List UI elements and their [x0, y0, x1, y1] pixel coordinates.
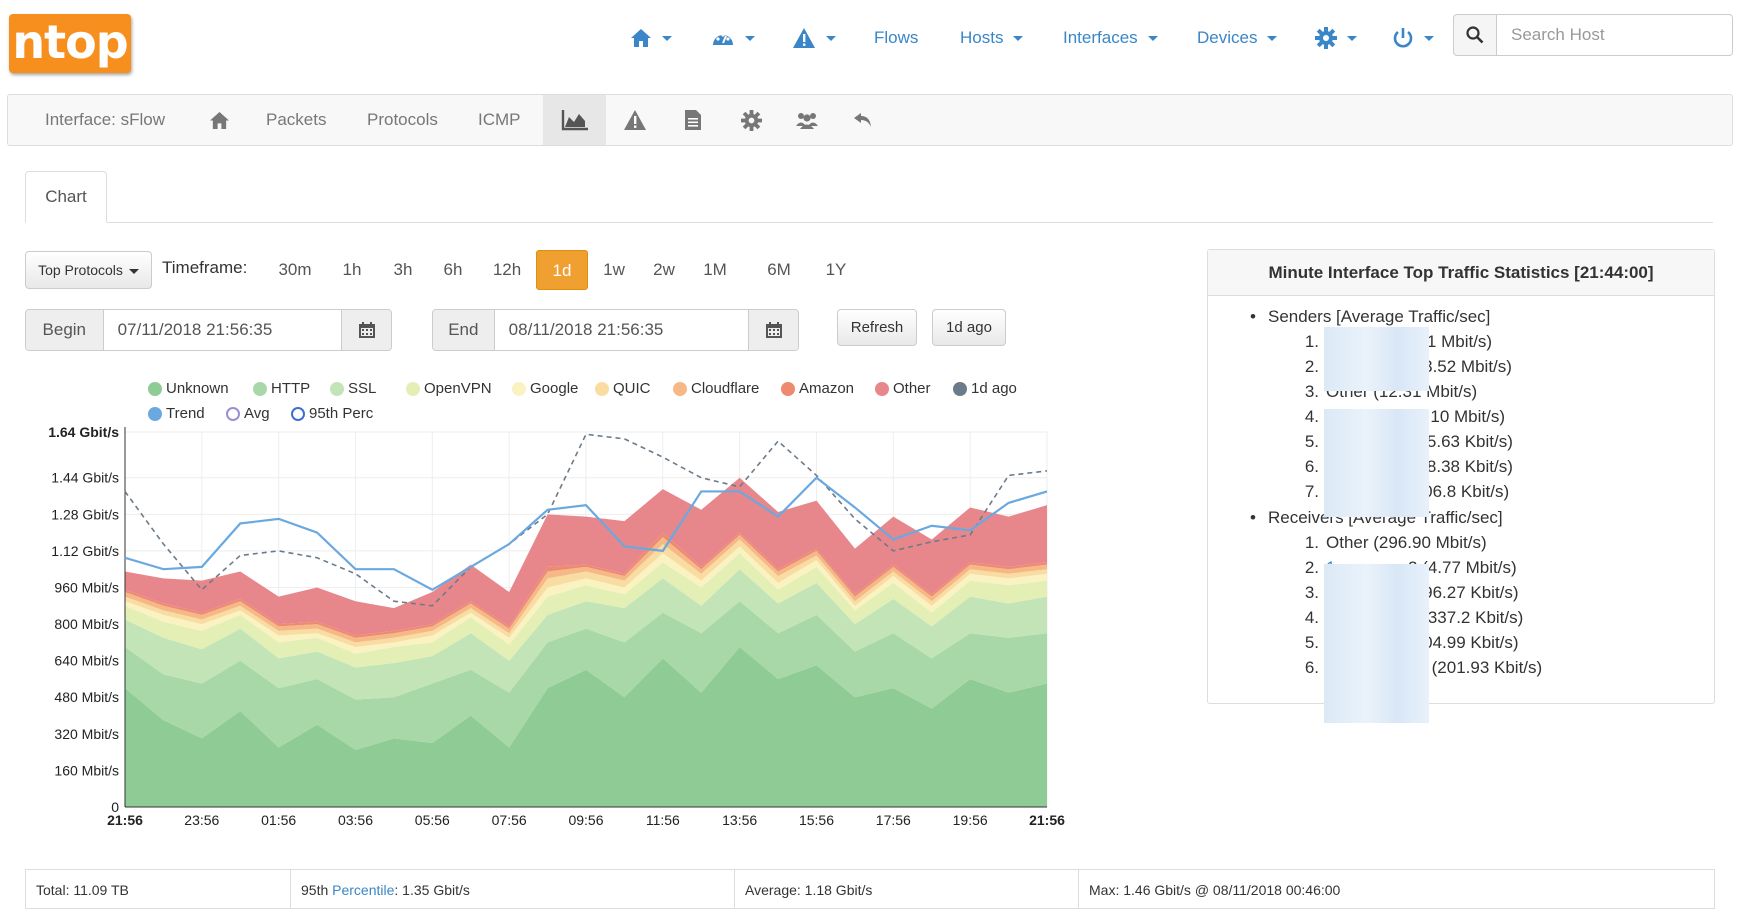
chevron-down-icon [1267, 35, 1278, 41]
rank-number: 6. [1304, 658, 1319, 677]
percentile-prefix: 95th [301, 882, 333, 898]
x-tick-label: 13:56 [722, 812, 757, 828]
percentile-value: : 1.35 Gbit/s [394, 882, 470, 898]
x-tick-label: 03:56 [338, 812, 373, 828]
percentile-link[interactable]: Percentile [332, 882, 394, 898]
x-tick-label: 19:56 [953, 812, 988, 828]
top-traffic-panel: Minute Interface Top Traffic Statistics … [1207, 249, 1715, 723]
x-tick-label: 21:56 [107, 812, 143, 828]
traffic-chart: 0160 Mbit/s320 Mbit/s480 Mbit/s640 Mbit/… [48, 424, 1065, 828]
y-tick-label: 640 Mbit/s [54, 653, 119, 669]
redacted-host-mask [1324, 409, 1429, 517]
chevron-down-icon [1347, 35, 1357, 41]
average-stat: Average: 1.18 Gbit/s [735, 870, 1079, 908]
x-tick-label: 11:56 [646, 812, 680, 828]
rank-number: 2. [1304, 357, 1319, 376]
rank-number: 5. [1304, 432, 1319, 451]
chevron-down-icon [1147, 35, 1158, 41]
search-bar [1453, 14, 1733, 56]
search-icon [1466, 26, 1484, 44]
search-host-input[interactable] [1497, 14, 1733, 56]
rank-number: 4. [1304, 608, 1319, 627]
y-tick-label: 1.28 Gbit/s [51, 506, 119, 522]
power-menu[interactable] [1392, 20, 1434, 56]
rank-number: 5. [1304, 633, 1319, 652]
y-tick-label: 1.12 Gbit/s [51, 543, 119, 559]
x-tick-label: 15:56 [799, 812, 834, 828]
total-stat: Total: 11.09 TB [26, 870, 291, 908]
rank-number: 1. [1304, 332, 1319, 351]
panel-title: Minute Interface Top Traffic Statistics … [1208, 250, 1714, 296]
x-tick-label: 21:56 [1029, 812, 1065, 828]
y-tick-label: 160 Mbit/s [54, 762, 119, 778]
senders-heading: Senders [Average Traffic/sec] [1250, 307, 1490, 327]
y-tick-label: 480 Mbit/s [54, 689, 119, 705]
traffic-value: Other (296.90 Mbit/s) [1326, 533, 1487, 552]
y-tick-label: 1.44 Gbit/s [51, 470, 119, 486]
redacted-host-mask [1324, 363, 1429, 391]
max-stat: Max: 1.46 Gbit/s @ 08/11/2018 00:46:00 [1089, 882, 1341, 898]
redacted-host-mask [1324, 610, 1429, 723]
rank-number: 3. [1304, 583, 1319, 602]
power-icon [1393, 28, 1413, 48]
rank-number: 3. [1304, 382, 1319, 401]
x-tick-label: 01:56 [261, 812, 296, 828]
search-button[interactable] [1453, 14, 1497, 56]
gear-icon [1315, 27, 1337, 49]
chart-stats-footer: Total: 11.09 TB 95th Percentile: 1.35 Gb… [25, 869, 1715, 909]
redacted-host-mask [1324, 564, 1429, 610]
rank-number: 2. [1304, 558, 1319, 577]
settings-menu[interactable] [1315, 20, 1357, 56]
y-tick-label: 1.64 Gbit/s [48, 424, 119, 440]
y-tick-label: 320 Mbit/s [54, 726, 119, 742]
x-tick-label: 09:56 [568, 812, 603, 828]
y-tick-label: 960 Mbit/s [54, 579, 119, 595]
redacted-host-mask [1324, 327, 1429, 365]
x-tick-label: 17:56 [876, 812, 911, 828]
y-tick-label: 800 Mbit/s [54, 616, 119, 632]
percentile-stat: 95th Percentile: 1.35 Gbit/s [291, 870, 735, 908]
rank-number: 4. [1304, 407, 1319, 426]
rank-number: 6. [1304, 457, 1319, 476]
rank-number: 7. [1304, 482, 1319, 501]
devices-menu[interactable]: Devices [1197, 20, 1278, 56]
x-tick-label: 05:56 [415, 812, 450, 828]
rank-number: 1. [1304, 533, 1319, 552]
x-tick-label: 23:56 [184, 812, 219, 828]
devices-label: Devices [1197, 28, 1258, 47]
chevron-down-icon [1424, 35, 1434, 41]
x-tick-label: 07:56 [492, 812, 527, 828]
